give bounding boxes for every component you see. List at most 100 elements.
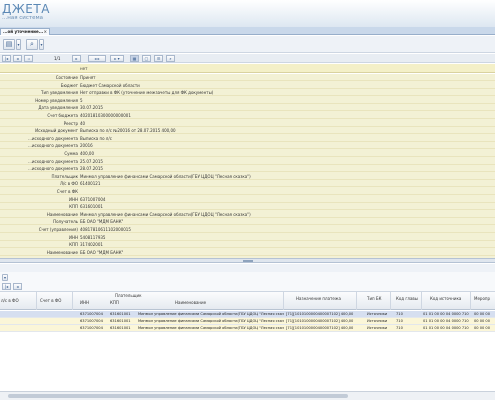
chevron-down-icon[interactable]: ▾: [16, 39, 21, 50]
table-row[interactable]: 6371007004 631601001 Минмол управление фин…: [0, 325, 495, 332]
prev-page-icon[interactable]: ◂: [13, 55, 22, 62]
form-value[interactable]: 40: [80, 120, 85, 127]
search-icon[interactable]: ⌕: [26, 39, 38, 50]
form-value[interactable]: 631601001: [80, 203, 103, 210]
header-kpp[interactable]: КПП: [110, 300, 119, 305]
find-icon[interactable]: ⌕: [166, 55, 175, 62]
form-value[interactable]: 400,00: [80, 150, 94, 157]
form-value[interactable]: 20016: [80, 142, 93, 149]
more-button[interactable]: ▸ ▾: [110, 55, 124, 62]
chevron-down-icon[interactable]: ▾: [39, 39, 44, 50]
form-row: Реестр 40: [0, 120, 495, 127]
form-value[interactable]: 317402001: [80, 241, 103, 248]
form-value[interactable]: Выписка по л/с: [80, 135, 112, 142]
form-row: Дата уведомления 30.07.2015: [0, 104, 495, 112]
form-view-icon[interactable]: ▦: [130, 55, 139, 62]
form-row: Наименование ББ ОАО "МДМ БАНК": [0, 249, 495, 256]
table-row[interactable]: 6371007004 631601001 Минмол управление фин…: [0, 311, 495, 318]
document-form: Состояние Принят Бюджет Бюджет Самарской об…: [0, 74, 495, 258]
table-cell-nazn: [71][1010100000400007102] 400,00: [286, 312, 354, 316]
table-row[interactable]: 6371007004 631601001 Минмол управление фин…: [0, 318, 495, 325]
form-value[interactable]: Минмол управление финансами Самарской об…: [80, 173, 251, 180]
splitter[interactable]: [0, 258, 495, 263]
header-inn[interactable]: ИНН: [80, 300, 89, 305]
first-page-icon[interactable]: |◂: [2, 283, 11, 290]
prev-page-icon[interactable]: ◂: [13, 283, 22, 290]
form-row: ...исходного документа 20016: [0, 142, 495, 150]
table-cell-inn: 6371007004: [80, 312, 103, 316]
form-row: Исходный документ Выписка по л/с №20016 о…: [0, 127, 495, 135]
form-label: Исходный документ: [35, 128, 78, 134]
form-value[interactable]: 25.07.2015: [80, 158, 103, 165]
header-platelshik[interactable]: Плательщик: [115, 293, 142, 298]
header-tip-bk[interactable]: Тип БК: [367, 296, 382, 301]
document-icon[interactable]: ▤: [3, 39, 15, 50]
table-cell-inn: 6371007004: [80, 326, 103, 330]
table-cell-inn: 6371007004: [80, 319, 103, 323]
form-value[interactable]: 5: [80, 97, 83, 104]
form-label: Бюджет: [60, 82, 78, 88]
form-value[interactable]: 61400121: [80, 180, 100, 187]
form-row: КПП 631601001: [0, 203, 495, 211]
header-meropr[interactable]: Меропр: [474, 296, 490, 301]
table-cell-ist: 01 01 00 00 04 0000 710: [423, 312, 469, 316]
form-value[interactable]: 5408117935: [80, 234, 105, 241]
form-label: ИНН: [68, 234, 78, 240]
list-view-icon[interactable]: ☰: [154, 55, 163, 62]
form-value[interactable]: 6371007004: [80, 196, 105, 203]
header-kod-glavy[interactable]: Код главы: [396, 296, 418, 301]
form-value[interactable]: Выписка по л/с №20016 от 28.07.2015 400,…: [80, 127, 176, 134]
form-value[interactable]: 40817810611102000015: [80, 226, 131, 233]
tab-document[interactable]: ...ой уточнение... ×: [0, 28, 50, 35]
form-label: ИНН: [68, 196, 78, 202]
filter-value[interactable]: нет: [80, 65, 87, 72]
form-row: ИНН 6371007004: [0, 196, 495, 203]
form-value[interactable]: ББ ОАО "МДМ БАНК": [80, 249, 123, 256]
form-label: Получатель: [53, 219, 78, 225]
header-schet-fo[interactable]: Счет в ФО: [40, 298, 61, 303]
close-icon[interactable]: ×: [44, 29, 47, 35]
navigate-button[interactable]: ◂ ▸: [88, 55, 106, 62]
table-cell-kpp: 631601001: [110, 312, 131, 316]
tabstrip: ...ой уточнение... ×: [0, 27, 495, 35]
first-page-icon[interactable]: |◂: [2, 55, 11, 62]
splitter-grip[interactable]: [243, 260, 253, 262]
next-page-icon[interactable]: ▸: [72, 55, 81, 62]
form-label: ...исходного документа: [28, 166, 78, 172]
form-value[interactable]: Бюджет Самарской области: [80, 82, 140, 89]
table-cell-kpp: 631601001: [110, 326, 131, 330]
form-row: Счет (управления) 40817810611102000015: [0, 226, 495, 233]
form-label: Наименование: [46, 249, 78, 255]
horizontal-scrollbar[interactable]: [0, 391, 495, 400]
form-value[interactable]: Принят: [80, 74, 96, 81]
header-naznachenie[interactable]: Назначение платежа: [296, 296, 341, 301]
header-ls-fo[interactable]: л/с в ФО: [1, 298, 19, 303]
form-label: Счет (управления): [38, 227, 78, 232]
form-label: Состояние: [55, 75, 78, 80]
form-row: Получатель ББ ОАО "МДМ БАНК": [0, 218, 495, 226]
header-kod-istochnika[interactable]: Код источника: [430, 296, 461, 301]
form-value[interactable]: 28.07.2015: [80, 165, 103, 172]
form-label: Номер уведомления: [35, 97, 78, 103]
table-cell-glava: 710: [396, 319, 403, 323]
form-value[interactable]: Минмол управление финансами Самарской об…: [80, 211, 251, 218]
tab-label: ...ой уточнение...: [3, 29, 44, 34]
form-label: Наименование: [46, 211, 78, 217]
form-value[interactable]: 40201810300000000001: [80, 112, 131, 119]
form-label: Тип уведомления: [41, 90, 78, 96]
form-value[interactable]: Нет отправки в ФК (уточнение межзачеты д…: [80, 89, 213, 96]
table-cell-ist: 01 01 00 00 04 0000 710: [423, 326, 469, 330]
chevron-down-icon[interactable]: ▾: [2, 274, 8, 281]
header-naimenovanie[interactable]: Наименование: [175, 300, 206, 305]
form-value[interactable]: 30.07.2015: [80, 104, 103, 111]
form-label: ...исходного документа: [28, 158, 78, 164]
grid-view-icon[interactable]: ▢: [142, 55, 151, 62]
pager-text: 1/1: [54, 56, 61, 61]
form-value[interactable]: ББ ОАО "МДМ БАНК": [80, 218, 123, 225]
form-row: ...исходного документа 28.07.2015: [0, 165, 495, 173]
table-cell-naim: Минмол управление финансами Самарской об…: [138, 326, 284, 330]
table-cell-tip: Источники: [367, 312, 388, 316]
back-icon[interactable]: ◃: [24, 55, 33, 62]
scrollbar-thumb[interactable]: [8, 394, 348, 398]
form-row: Счет бюджета 40201810300000000001: [0, 112, 495, 119]
